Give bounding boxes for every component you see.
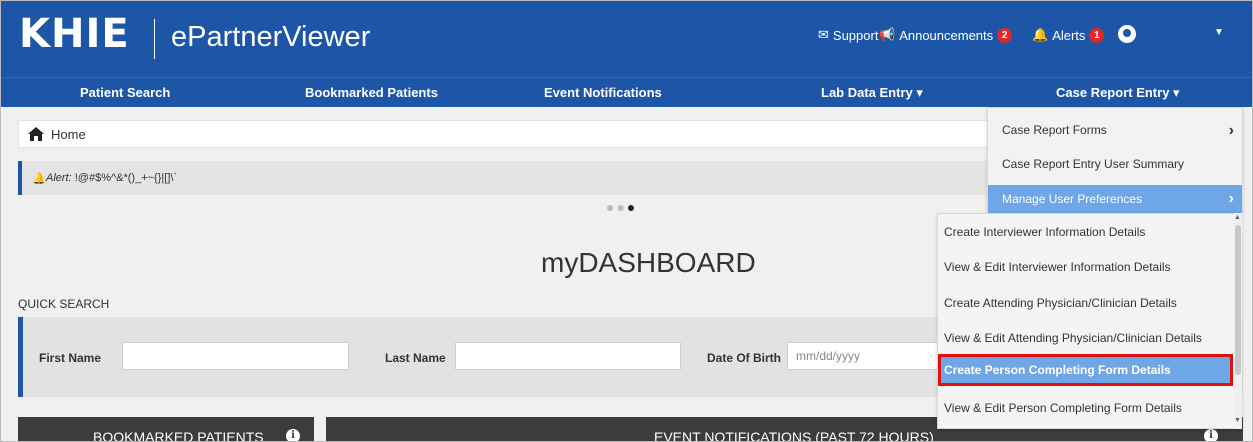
scroll-up-icon[interactable]: ▲ — [1234, 214, 1241, 221]
events-panel-title: EVENT NOTIFICATIONS (PAST 72 HOURS) — [654, 429, 934, 442]
info-icon[interactable]: i — [1204, 429, 1218, 441]
nav-case-report-entry[interactable]: Case Report Entry ▾ — [1056, 85, 1180, 101]
bell-icon: 🔔 — [32, 173, 46, 185]
highlight-box — [938, 354, 1233, 386]
page-title: myDASHBOARD — [541, 247, 756, 278]
menu-case-report-user-summary[interactable]: Case Report Entry User Summary — [988, 148, 1242, 181]
first-name-input[interactable] — [122, 342, 349, 370]
dob-input[interactable]: mm/dd/yyyy — [787, 342, 947, 370]
bell-icon: 🔔 — [1032, 27, 1049, 42]
top-bar: KHIE ePartnerViewer ✉ Support 📢 Announce… — [1, 1, 1252, 77]
breadcrumb-home[interactable]: Home — [51, 127, 86, 142]
first-name-label: First Name — [39, 351, 102, 365]
scroll-down-icon[interactable]: ▼ — [1234, 417, 1241, 424]
chevron-down-icon[interactable]: ▼ — [1214, 27, 1224, 38]
nav-bookmarked-patients[interactable]: Bookmarked Patients — [305, 85, 438, 100]
quick-search-label: QUICK SEARCH — [18, 297, 110, 311]
last-name-label: Last Name — [385, 351, 446, 365]
user-preferences-submenu: Create Interviewer Information Details V… — [937, 213, 1242, 429]
support-label: Support — [832, 27, 879, 43]
carousel-dots[interactable]: ●●● — [606, 199, 637, 215]
alert-text: Alert: !@#$%^&*()_+~{}|[]\` — [46, 172, 178, 184]
app-window: KHIE ePartnerViewer ✉ Support 📢 Announce… — [0, 0, 1253, 442]
nav-patient-search[interactable]: Patient Search — [80, 85, 170, 100]
menu-edit-interviewer[interactable]: View & Edit Interviewer Information Deta… — [938, 249, 1241, 285]
menu-edit-person-completing-form[interactable]: View & Edit Person Completing Form Detai… — [938, 390, 1241, 426]
menu-case-report-forms[interactable]: Case Report Forms › — [988, 114, 1242, 147]
support-link[interactable]: ✉ Support — [818, 27, 878, 43]
last-name-input[interactable] — [455, 342, 681, 370]
nav-lab-data-entry[interactable]: Lab Data Entry ▾ — [821, 85, 923, 101]
envelope-icon: ✉ — [818, 27, 829, 42]
announcements-link[interactable]: 📢 Announcements 2 — [879, 27, 1013, 43]
home-icon[interactable] — [27, 126, 45, 142]
chevron-right-icon: › — [1228, 122, 1234, 139]
case-report-menu: Case Report Forms › Case Report Entry Use… — [987, 107, 1243, 213]
alerts-label: Alerts — [1052, 27, 1086, 43]
chevron-right-icon: › — [1228, 190, 1234, 207]
main-nav: Patient Search Bookmarked Patients Event… — [1, 77, 1252, 107]
menu-create-interviewer[interactable]: Create Interviewer Information Details — [938, 214, 1241, 250]
app-title: ePartnerViewer — [171, 21, 371, 53]
alerts-badge: 1 — [1089, 27, 1105, 43]
nav-event-notifications[interactable]: Event Notifications — [544, 85, 662, 100]
announcements-label: Announcements — [899, 27, 994, 43]
announcements-badge: 2 — [997, 27, 1013, 43]
user-icon[interactable] — [1118, 25, 1136, 43]
info-icon[interactable]: i — [286, 429, 300, 441]
bookmarked-panel-title: BOOKMARKED PATIENTS — [93, 429, 264, 442]
alerts-link[interactable]: 🔔 Alerts 1 — [1032, 27, 1105, 43]
logo-divider — [154, 19, 155, 59]
bookmarked-panel-header: BOOKMARKED PATIENTS i — [18, 417, 314, 442]
submenu-scrollbar[interactable]: ▲ ▼ — [1234, 213, 1242, 429]
menu-create-physician[interactable]: Create Attending Physician/Clinician Det… — [938, 285, 1241, 321]
megaphone-icon: 📢 — [879, 27, 896, 42]
dob-label: Date Of Birth — [707, 351, 782, 365]
scroll-thumb[interactable] — [1235, 225, 1241, 375]
khie-logo[interactable]: KHIE — [19, 14, 130, 54]
menu-manage-user-preferences[interactable]: Manage User Preferences › — [988, 185, 1242, 213]
menu-edit-physician[interactable]: View & Edit Attending Physician/Clinicia… — [938, 320, 1241, 356]
